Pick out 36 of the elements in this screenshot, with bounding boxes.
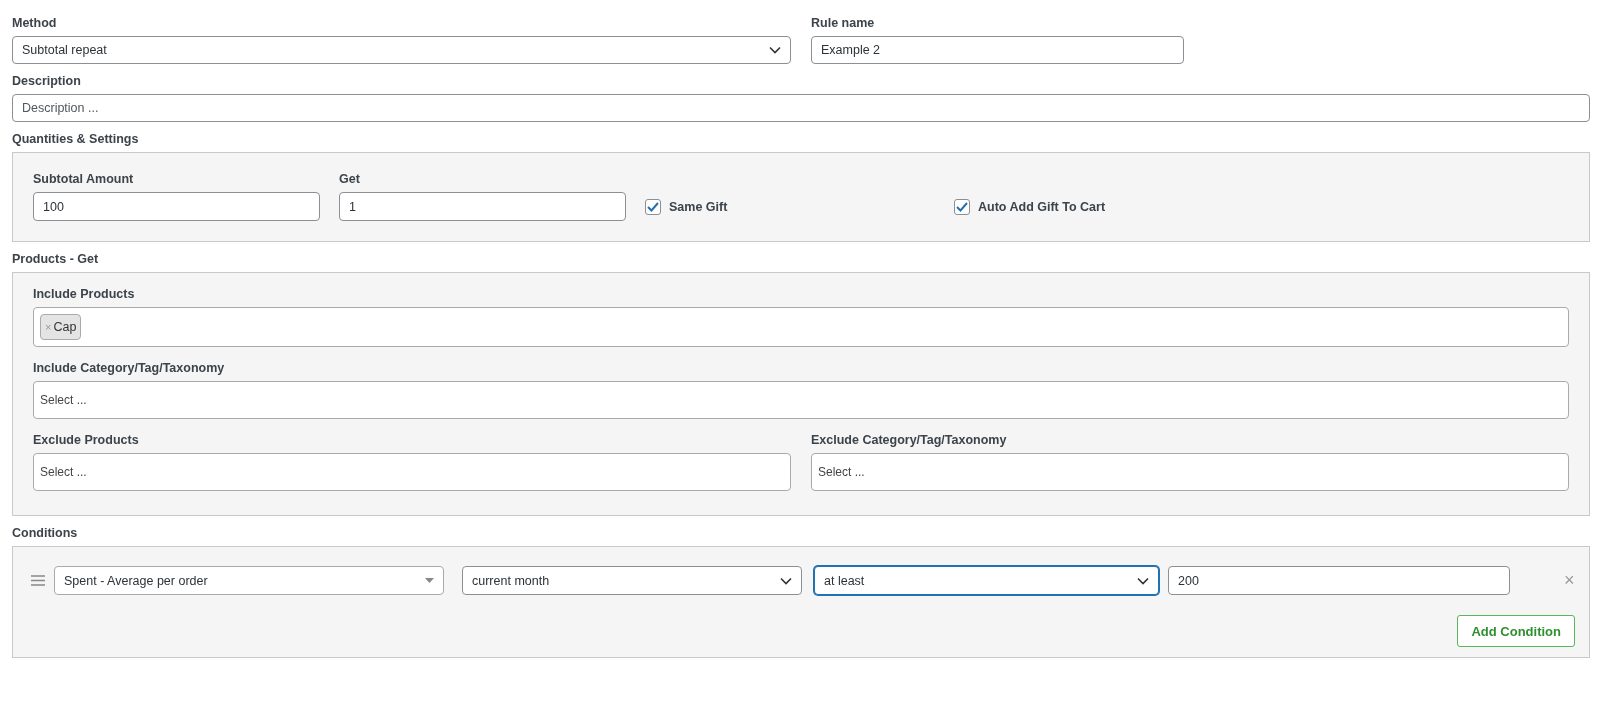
field-label: Get [339,172,361,186]
chevron-down-icon [1137,576,1149,585]
checkbox[interactable] [954,198,970,215]
section-title: Products - Get [12,252,100,266]
description-input[interactable]: Description ... [12,94,1590,122]
product-select-field[interactable]: × Cap [33,307,1569,347]
caret-down-icon [425,578,434,583]
exclude-select-field[interactable]: Select ... [811,453,1569,491]
product-tag[interactable]: × Cap [40,314,82,340]
method-select[interactable]: Subtotal repeat [12,36,791,64]
checkbox-label: Auto Add Gift To Cart [978,199,1106,214]
field-label: Rule name [811,16,876,30]
field-label: Exclude Products [33,433,140,447]
section-title: Quantities & Settings [12,132,140,146]
field-label: Method [12,16,58,30]
condition-type-select[interactable]: Spent - Average per order [54,566,444,595]
category-select-field[interactable]: Select ... [33,381,1569,419]
drag-handle-icon[interactable] [31,575,45,586]
chevron-down-icon [780,576,792,585]
condition-value-input[interactable]: 200 [1168,566,1510,595]
field-label: Description [12,74,82,88]
checkbox[interactable] [645,198,661,215]
exclude-select-field[interactable]: Select ... [33,453,791,491]
chevron-down-icon [769,46,781,54]
add-condition-button[interactable]: Add Condition [1457,615,1575,647]
field-label: Include Category/Tag/Taxonomy [33,361,226,375]
number-input[interactable]: 100 [33,192,320,221]
section-title: Conditions [12,526,79,540]
number-input[interactable]: 1 [339,192,626,221]
condition-select[interactable]: at least [814,566,1159,595]
condition-select[interactable]: current month [462,566,802,595]
checkbox-label: Same Gift [669,199,728,214]
field-label: Include Products [33,287,136,301]
field-label: Exclude Category/Tag/Taxonomy [811,433,1008,447]
rule-name-input[interactable]: Example 2 [811,36,1184,64]
field-label: Subtotal Amount [33,172,135,186]
